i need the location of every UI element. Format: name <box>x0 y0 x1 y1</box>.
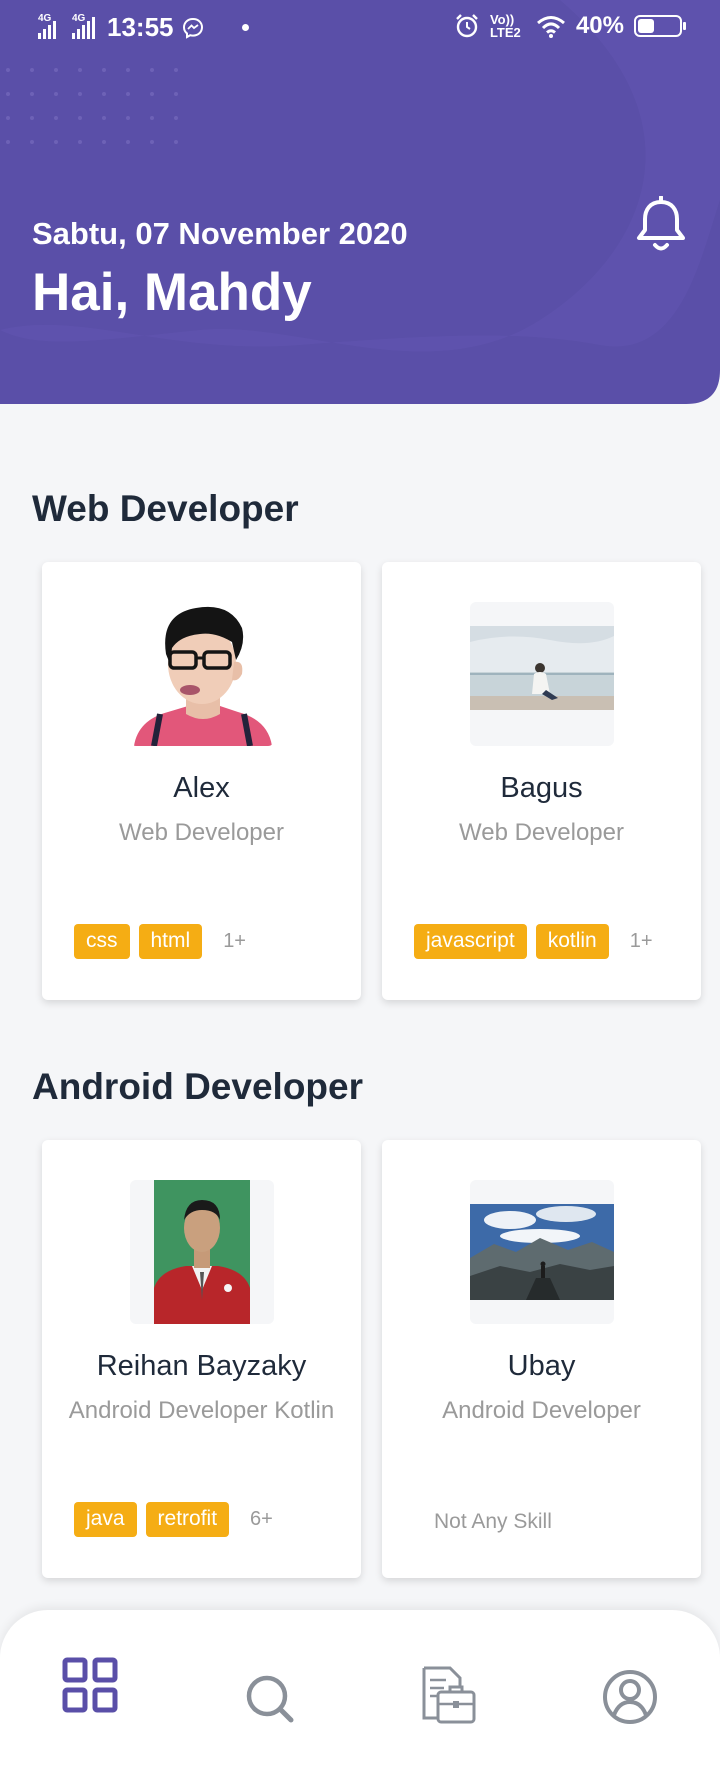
developer-photo <box>470 1180 614 1324</box>
developer-name: Alex <box>173 772 230 804</box>
skill-tags: javascript kotlin 1+ <box>414 924 653 959</box>
developer-card[interactable]: Ubay Android Developer Not Any Skill <box>382 1140 701 1578</box>
skill-tags: java retrofit 6+ <box>74 1502 273 1537</box>
search-icon[interactable] <box>235 1664 305 1734</box>
signal-icon: 4G <box>72 13 95 39</box>
developer-role: Android Developer Kotlin <box>68 1397 335 1424</box>
no-skill-label: Not Any Skill <box>434 1510 552 1533</box>
battery-icon <box>634 15 686 37</box>
skill-tag: html <box>138 924 203 959</box>
alarm-icon <box>456 14 478 38</box>
beach-photo <box>470 626 614 710</box>
developer-card[interactable]: Alex Web Developer css html 1+ <box>42 562 361 1000</box>
developer-role: Android Developer <box>442 1397 641 1424</box>
skill-tag: css <box>74 924 130 959</box>
mountain-photo <box>470 1204 614 1300</box>
briefcase-document-icon[interactable] <box>414 1662 484 1732</box>
developer-role: Web Developer <box>459 819 624 846</box>
network-type-label: 4G <box>38 12 52 24</box>
developer-name: Reihan Bayzaky <box>96 1350 307 1382</box>
clock: 13:55 <box>107 12 174 42</box>
skill-tags: css html 1+ <box>74 924 246 959</box>
avatar-illustration <box>134 606 272 746</box>
more-skills-count: 1+ <box>223 930 246 952</box>
developer-card[interactable]: Bagus Web Developer javascript kotlin 1+ <box>382 562 701 1000</box>
header-background <box>0 0 720 404</box>
bottom-navigation <box>0 1610 720 1773</box>
messenger-icon <box>182 17 203 39</box>
bell-icon[interactable] <box>634 196 688 254</box>
skill-tag: java <box>74 1502 137 1537</box>
volte-icon: Vo)) LTE2 <box>489 12 521 40</box>
signal-icon: 4G <box>38 13 56 39</box>
developer-photo <box>130 1180 274 1324</box>
wifi-icon <box>536 16 565 38</box>
header: 4G 4G 13:55 Vo)) LTE2 40% Sabtu, 07 Nove… <box>0 0 720 404</box>
section-title-web-developer: Web Developer <box>32 488 299 529</box>
developer-photo <box>130 602 274 746</box>
developer-role: Web Developer <box>119 819 284 846</box>
skill-tag: retrofit <box>145 1502 230 1537</box>
status-bar: 4G 4G 13:55 Vo)) LTE2 40% <box>0 0 720 58</box>
skill-tag: javascript <box>414 924 527 959</box>
notification-dot-icon <box>241 24 249 31</box>
grid-icon[interactable] <box>55 1650 125 1720</box>
developer-name: Bagus <box>500 772 583 804</box>
battery-percent: 40% <box>575 12 624 39</box>
developer-name: Ubay <box>507 1350 576 1382</box>
portrait-photo <box>154 1180 250 1324</box>
more-skills-count: 1+ <box>629 930 653 952</box>
network-type-label: 4G <box>72 12 86 24</box>
section-title-android-developer: Android Developer <box>32 1066 363 1107</box>
developer-card[interactable]: Reihan Bayzaky Android Developer Kotlin … <box>42 1140 361 1578</box>
current-date: Sabtu, 07 November 2020 <box>32 216 408 251</box>
greeting-title: Hai, Mahdy <box>32 263 312 322</box>
profile-icon[interactable] <box>595 1662 665 1732</box>
more-skills-count: 6+ <box>250 1508 273 1530</box>
developer-photo <box>470 602 614 746</box>
skill-tag: kotlin <box>535 924 609 959</box>
